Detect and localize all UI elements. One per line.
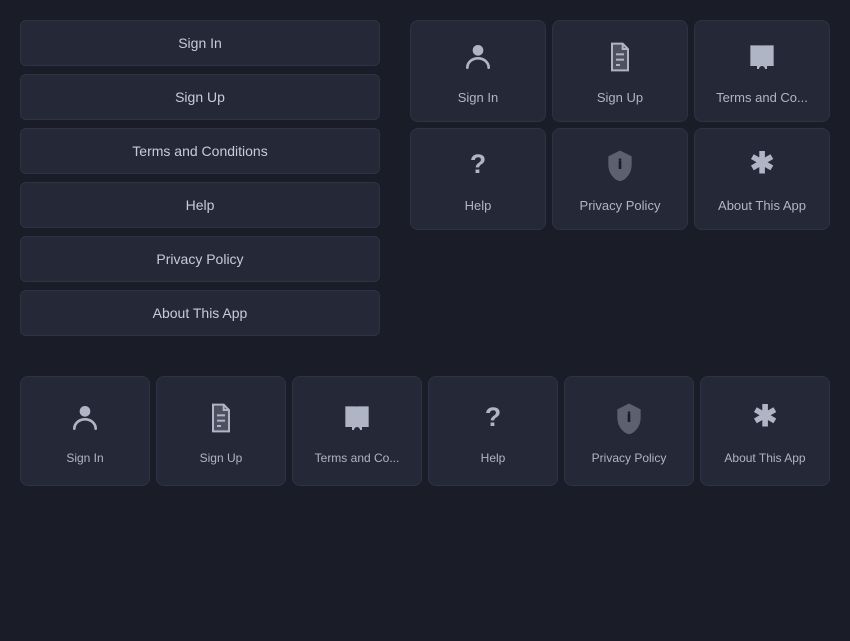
- sign-up-bottom-card[interactable]: Sign Up: [156, 376, 286, 486]
- privacy-bottom-card[interactable]: Privacy Policy: [564, 376, 694, 486]
- sign-up-list-button[interactable]: Sign Up: [20, 74, 380, 120]
- top-section: Sign In Sign Up Terms and Conditions Help Pr…: [20, 20, 830, 336]
- bottom-row-panel: Sign In Sign Up Terms and Co... ? Help P…: [20, 376, 830, 486]
- asterisk-icon: ✱: [746, 149, 778, 186]
- card-label: Sign In: [458, 90, 498, 105]
- help-bottom-card[interactable]: ? Help: [428, 376, 558, 486]
- card-label: About This App: [718, 198, 806, 213]
- card-label: Help: [465, 198, 492, 213]
- shield-icon: [604, 149, 636, 186]
- help-list-button[interactable]: Help: [20, 182, 380, 228]
- privacy-grid-card[interactable]: Privacy Policy: [552, 128, 688, 230]
- card-label: Help: [481, 451, 506, 465]
- person-icon: [462, 41, 494, 78]
- asterisk-icon: ✱: [749, 402, 781, 439]
- shield-icon: [613, 402, 645, 439]
- person-icon: [69, 402, 101, 439]
- privacy-list-button[interactable]: Privacy Policy: [20, 236, 380, 282]
- main-container: Sign In Sign Up Terms and Conditions Help Pr…: [0, 0, 850, 506]
- card-label: Sign Up: [200, 451, 243, 465]
- question-icon: ?: [462, 149, 494, 186]
- card-label: Privacy Policy: [592, 451, 667, 465]
- sign-in-list-button[interactable]: Sign In: [20, 20, 380, 66]
- svg-text:?: ?: [485, 402, 501, 432]
- svg-text:✱: ✱: [750, 149, 775, 180]
- about-bottom-card[interactable]: ✱ About This App: [700, 376, 830, 486]
- document-icon: [604, 41, 636, 78]
- card-label: Sign Up: [597, 90, 643, 105]
- card-label: Terms and Co...: [716, 90, 808, 105]
- help-grid-card[interactable]: ? Help: [410, 128, 546, 230]
- card-label: Privacy Policy: [580, 198, 661, 213]
- question-icon: ?: [477, 402, 509, 439]
- book-icon: [341, 402, 373, 439]
- terms-grid-card[interactable]: Terms and Co...: [694, 20, 830, 122]
- sign-in-bottom-card[interactable]: Sign In: [20, 376, 150, 486]
- about-grid-card[interactable]: ✱ About This App: [694, 128, 830, 230]
- document-icon: [205, 402, 237, 439]
- terms-list-button[interactable]: Terms and Conditions: [20, 128, 380, 174]
- card-label: Sign In: [66, 451, 103, 465]
- about-list-button[interactable]: About This App: [20, 290, 380, 336]
- sign-in-grid-card[interactable]: Sign In: [410, 20, 546, 122]
- sign-up-grid-card[interactable]: Sign Up: [552, 20, 688, 122]
- list-buttons-panel: Sign In Sign Up Terms and Conditions Help Pr…: [20, 20, 380, 336]
- svg-text:✱: ✱: [753, 402, 778, 433]
- book-icon: [746, 41, 778, 78]
- terms-bottom-card[interactable]: Terms and Co...: [292, 376, 422, 486]
- icon-grid-panel: Sign In Sign Up Terms and Co... ? Help P…: [410, 20, 830, 230]
- card-label: About This App: [724, 451, 805, 465]
- card-label: Terms and Co...: [315, 451, 400, 465]
- svg-text:?: ?: [470, 149, 486, 179]
